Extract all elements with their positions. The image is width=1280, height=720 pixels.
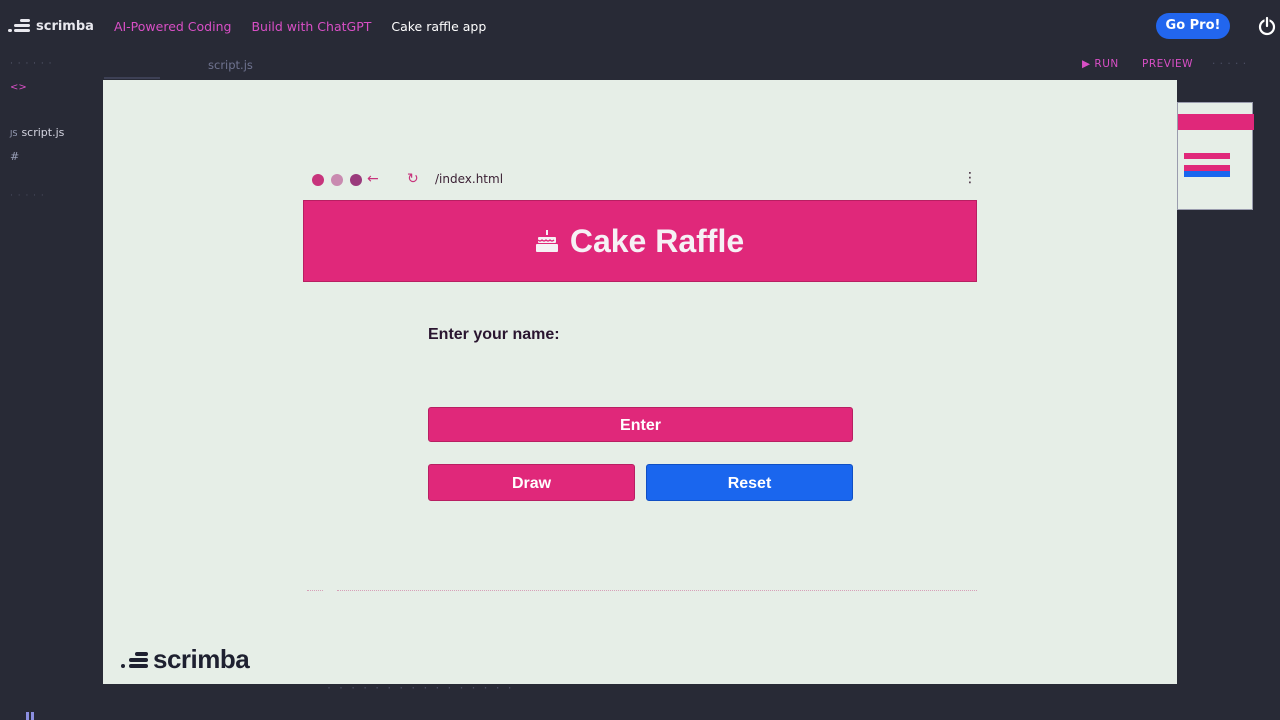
cake-icon [535, 230, 558, 252]
draw-button[interactable]: Draw [428, 464, 635, 501]
watermark-text: scrimba [153, 644, 250, 674]
mini-preview-blue-bar [1184, 171, 1230, 177]
preview-button[interactable]: PREVIEW [1142, 58, 1193, 70]
divider [307, 590, 323, 591]
run-label: RUN [1094, 58, 1119, 70]
divider [337, 590, 977, 591]
tab-underline [104, 77, 160, 79]
run-button[interactable]: ▶ RUN [1082, 58, 1119, 70]
top-bar: scrimba AI-Powered Coding Build with Cha… [0, 0, 1280, 52]
brand[interactable]: scrimba [8, 19, 94, 34]
pause-icon[interactable] [26, 712, 34, 720]
url-bar[interactable]: /index.html [435, 172, 503, 186]
file-item-css[interactable]: # [10, 150, 19, 163]
explorer-header: · · · · · · [10, 59, 53, 69]
back-arrow-icon[interactable]: ← [367, 171, 379, 187]
css-file-icon: # [10, 150, 20, 163]
file-name: script.js [21, 126, 65, 139]
name-label: Enter your name: [428, 326, 560, 343]
reload-icon[interactable]: ↻ [407, 171, 419, 187]
window-dot-icon [350, 174, 362, 186]
app-title: Cake Raffle [535, 222, 745, 260]
scrimba-logo-icon [121, 651, 148, 668]
scrimba-logo-icon [8, 19, 30, 33]
html-file-icon[interactable]: <> [10, 82, 27, 93]
editor-tab-script[interactable]: script.js [208, 58, 253, 72]
browser-bar: ← ↻ /index.html ⋮ [303, 170, 977, 190]
faded-menu: · · · · · [1212, 58, 1247, 70]
mini-preview-header [1178, 114, 1254, 130]
window-dot-icon [312, 174, 324, 186]
mini-preview-pink-bar [1184, 153, 1230, 159]
js-file-icon: JS [10, 129, 18, 138]
file-item-script[interactable]: JS script.js [10, 126, 64, 139]
breadcrumb-course[interactable]: AI-Powered Coding [114, 19, 232, 34]
kebab-menu-icon[interactable]: ⋮ [963, 170, 977, 186]
go-pro-button[interactable]: Go Pro! [1156, 13, 1230, 39]
dependencies-header: · · · · · [10, 191, 45, 201]
power-icon[interactable] [1256, 15, 1278, 37]
mini-preview-thumbnail[interactable] [1177, 102, 1254, 210]
preview-panel: ← ↻ /index.html ⋮ Cake Raffle Enter your… [103, 80, 1177, 684]
scrimba-watermark: scrimba [121, 644, 250, 675]
app-title-text: Cake Raffle [569, 222, 745, 259]
brand-name: scrimba [36, 18, 94, 34]
faded-code-line: · · · · · · · · · · · · · · · · [326, 683, 513, 694]
window-dot-icon [331, 174, 343, 186]
app-header: Cake Raffle [303, 200, 977, 282]
enter-button[interactable]: Enter [428, 407, 853, 442]
breadcrumb-current[interactable]: Cake raffle app [391, 19, 486, 34]
breadcrumb-module[interactable]: Build with ChatGPT [251, 19, 371, 34]
reset-button[interactable]: Reset [646, 464, 853, 501]
